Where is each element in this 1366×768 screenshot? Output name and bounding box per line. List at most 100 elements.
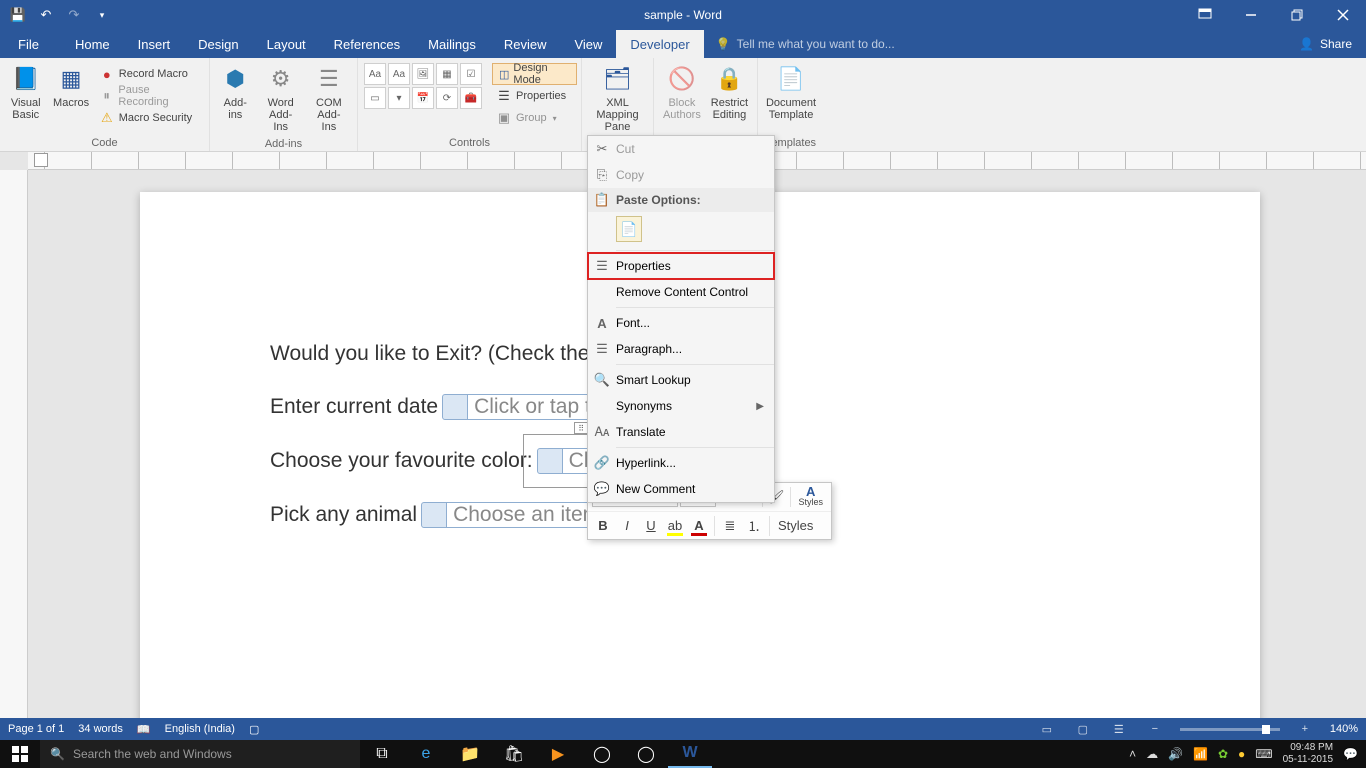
tab-developer[interactable]: Developer <box>616 30 703 58</box>
control-datepicker-button[interactable]: 📅 <box>412 87 434 109</box>
cm-new-comment[interactable]: 💬New Comment <box>588 476 774 502</box>
tray-up-icon[interactable]: ˄ <box>1129 747 1136 761</box>
store-icon[interactable]: 🛍 <box>492 740 536 768</box>
undo-icon[interactable]: ↶ <box>34 3 58 27</box>
bold-button[interactable]: B <box>592 515 614 537</box>
vertical-ruler[interactable] <box>0 170 28 718</box>
italic-button[interactable]: I <box>616 515 638 537</box>
close-button[interactable] <box>1320 0 1366 30</box>
underline-button[interactable]: U <box>640 515 662 537</box>
start-button[interactable] <box>0 740 40 768</box>
tab-home[interactable]: Home <box>61 30 124 58</box>
macro-security-button[interactable]: ⚠Macro Security <box>95 107 205 129</box>
tab-layout[interactable]: Layout <box>253 30 320 58</box>
control-buildingblock-button[interactable]: ▦ <box>436 63 458 85</box>
cm-translate[interactable]: 🗛Translate <box>588 419 774 445</box>
notifications-icon[interactable]: 💬 <box>1343 747 1358 761</box>
control-dropdown-button[interactable]: ▾ <box>388 87 410 109</box>
tray-app-icon-2[interactable]: ● <box>1238 747 1245 761</box>
volume-icon[interactable]: 🔊 <box>1168 747 1183 761</box>
styles-button[interactable]: AStyles <box>794 486 827 508</box>
tell-me-search[interactable]: 💡 Tell me what you want to do... <box>704 30 895 58</box>
visual-basic-button[interactable]: 📘Visual Basic <box>4 61 47 123</box>
wifi-icon[interactable]: 📶 <box>1193 747 1208 761</box>
qat-more-icon[interactable]: ▾ <box>90 3 114 27</box>
control-checkbox-button[interactable]: ☑ <box>460 63 482 85</box>
animal-content-control[interactable]: Choose an item. <box>421 502 613 528</box>
status-words[interactable]: 34 words <box>78 723 123 735</box>
tab-design[interactable]: Design <box>184 30 252 58</box>
font-color-button[interactable]: A <box>688 515 710 537</box>
macros-button[interactable]: ▦Macros <box>47 61 94 111</box>
chrome-icon-2[interactable]: ◯ <box>624 740 668 768</box>
addins-button[interactable]: ⬢Add- ins <box>214 61 257 123</box>
restrict-editing-button[interactable]: 🔒Restrict Editing <box>706 61 753 123</box>
zoom-out-button[interactable]: − <box>1144 720 1166 738</box>
properties-button[interactable]: ☰Properties <box>492 85 577 107</box>
cm-synonyms[interactable]: Synonyms▶ <box>588 393 774 419</box>
zoom-in-button[interactable]: + <box>1294 720 1316 738</box>
onedrive-icon[interactable]: ☁ <box>1146 747 1158 761</box>
control-repeating-button[interactable]: ⟳ <box>436 87 458 109</box>
control-legacy-button[interactable]: 🧰 <box>460 87 482 109</box>
ribbon-options-icon[interactable] <box>1182 0 1228 30</box>
save-icon[interactable]: 💾 <box>6 3 30 27</box>
minimize-button[interactable] <box>1228 0 1274 30</box>
zoom-level[interactable]: 140% <box>1330 723 1358 735</box>
design-mode-button[interactable]: ◫Design Mode <box>492 63 577 85</box>
tab-selector[interactable] <box>34 153 48 167</box>
bullets-button[interactable]: ≣ <box>719 515 741 537</box>
task-view-icon[interactable]: ⧉ <box>360 740 404 768</box>
styles-dropdown-button[interactable]: Styles <box>774 515 817 537</box>
spellcheck-icon[interactable]: 📖 <box>137 723 151 736</box>
redo-icon[interactable]: ↷ <box>62 3 86 27</box>
xml-mapping-button[interactable]: 🗂XML Mapping Pane <box>586 61 649 135</box>
record-macro-button[interactable]: ●Record Macro <box>95 63 205 85</box>
keyboard-icon[interactable]: ⌨ <box>1255 747 1272 761</box>
tab-file[interactable]: File <box>0 30 61 58</box>
tab-references[interactable]: References <box>320 30 414 58</box>
cm-paste-header: 📋Paste Options: <box>588 188 774 212</box>
cm-font[interactable]: AFont... <box>588 310 774 336</box>
cm-paragraph[interactable]: ☰Paragraph... <box>588 336 774 362</box>
cm-remove-control[interactable]: Remove Content Control <box>588 279 774 305</box>
control-richtext-button[interactable]: Aa <box>364 63 386 85</box>
tab-mailings[interactable]: Mailings <box>414 30 490 58</box>
media-player-icon[interactable]: ▶ <box>536 740 580 768</box>
com-addins-button[interactable]: ☰COM Add-Ins <box>305 61 353 135</box>
cm-hyperlink[interactable]: 🔗Hyperlink... <box>588 450 774 476</box>
zoom-slider[interactable] <box>1180 728 1280 731</box>
group-label-controls: Controls <box>358 137 581 151</box>
status-page[interactable]: Page 1 of 1 <box>8 723 64 735</box>
taskbar-clock[interactable]: 09:48 PM 05-11-2015 <box>1283 742 1333 766</box>
pause-recording-button[interactable]: ⏸Pause Recording <box>95 85 205 107</box>
share-button[interactable]: 👤 Share <box>1285 30 1366 58</box>
word-addins-button[interactable]: ⚙Word Add-Ins <box>257 61 305 135</box>
cm-properties[interactable]: ☰Properties <box>588 253 774 279</box>
control-picture-button[interactable]: 🖼 <box>412 63 434 85</box>
status-language[interactable]: English (India) <box>165 723 235 735</box>
macro-record-status-icon[interactable]: ▢ <box>249 723 259 736</box>
document-template-button[interactable]: 📄Document Template <box>762 61 820 123</box>
control-plaintext-button[interactable]: Aa <box>388 63 410 85</box>
tab-insert[interactable]: Insert <box>124 30 185 58</box>
taskbar-search[interactable]: 🔍Search the web and Windows <box>40 740 360 768</box>
numbering-button[interactable]: ⒈ <box>743 515 765 537</box>
web-layout-button[interactable]: ☰ <box>1108 720 1130 738</box>
cm-smart-lookup[interactable]: 🔍Smart Lookup <box>588 367 774 393</box>
control-combobox-button[interactable]: ▭ <box>364 87 386 109</box>
word-icon[interactable]: W <box>668 740 712 768</box>
paste-keep-text-icon[interactable]: 📄 <box>616 216 642 242</box>
block-authors-button[interactable]: 🚫Block Authors <box>658 61 706 123</box>
restore-button[interactable] <box>1274 0 1320 30</box>
chrome-icon[interactable]: ◯ <box>580 740 624 768</box>
edge-icon[interactable]: e <box>404 740 448 768</box>
highlight-button[interactable]: ab <box>664 515 686 537</box>
file-explorer-icon[interactable]: 📁 <box>448 740 492 768</box>
tab-review[interactable]: Review <box>490 30 561 58</box>
read-mode-button[interactable]: ▭ <box>1036 720 1058 738</box>
print-layout-button[interactable]: ▢ <box>1072 720 1094 738</box>
tray-app-icon[interactable]: ✿ <box>1218 747 1228 761</box>
group-button[interactable]: ▣Group▾ <box>492 107 577 129</box>
tab-view[interactable]: View <box>560 30 616 58</box>
